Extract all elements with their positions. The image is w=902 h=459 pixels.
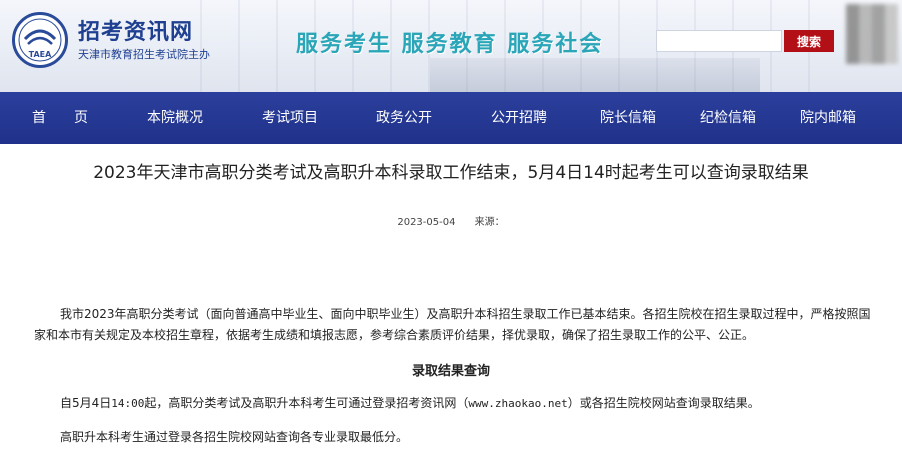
p2-time: 14:00	[111, 397, 145, 410]
nav-item-internal-mail[interactable]: 院内邮箱	[800, 92, 856, 144]
search-button[interactable]: 搜索	[784, 30, 834, 52]
article-paragraph-3: 高职升本科考生通过登录各招生院校网站查询各专业录取最低分。	[60, 430, 409, 444]
header-background-building	[430, 58, 760, 92]
nav-item-home[interactable]: 首 页	[32, 92, 88, 144]
section-heading: 录取结果查询	[411, 364, 490, 379]
article-meta: 2023-05-04 来源：	[0, 213, 902, 228]
site-header: TAEA 招考资讯网 天津市教育招生考试院主办 服务考生 服务教育 服务社会 搜…	[0, 0, 902, 92]
article-source: 来源：	[474, 217, 505, 228]
nav-item-recruitment[interactable]: 公开招聘	[491, 92, 547, 144]
logo-text: TAEA	[29, 50, 52, 59]
nav-item-exams[interactable]: 考试项目	[262, 92, 318, 144]
search-input[interactable]	[656, 30, 782, 52]
nav-item-president-mailbox[interactable]: 院长信箱	[600, 92, 656, 144]
p2-text-a: 自5月4日	[60, 396, 112, 410]
site-title[interactable]: 招考资讯网	[78, 14, 193, 46]
p2-text-b: 起，高职分类考试及高职升本科考生可通过登录招考资讯网（	[144, 396, 469, 410]
article-paragraph-2: 自5月4日14:00起，高职分类考试及高职升本科考生可通过登录招考资讯网（www…	[60, 393, 880, 414]
nav-item-about[interactable]: 本院概况	[147, 92, 203, 144]
article-title: 2023年天津市高职分类考试及高职升本科录取工作结束，5月4日14时起考生可以查…	[93, 163, 809, 183]
site-logo-icon[interactable]: TAEA	[12, 12, 68, 68]
site-subtitle: 天津市教育招生考试院主办	[78, 48, 210, 61]
p2-url-link[interactable]: www.zhaokao.net	[468, 397, 567, 410]
main-nav: 首 页 本院概况 考试项目 政务公开 公开招聘 院长信箱 纪检信箱 院内邮箱	[0, 92, 902, 144]
nav-item-discipline-mailbox[interactable]: 纪检信箱	[700, 92, 756, 144]
p2-text-c: ）或各招生院校网站查询录取结果。	[567, 396, 760, 410]
nav-item-public-affairs[interactable]: 政务公开	[376, 92, 432, 144]
article-paragraph-1: 我市2023年高职分类考试（面向普通高中毕业生、面向中职毕业生）及高职升本科招生…	[34, 307, 871, 342]
article-date: 2023-05-04	[397, 217, 456, 228]
blurred-qr-image	[846, 4, 898, 64]
site-slogan: 服务考生 服务教育 服务社会	[296, 32, 604, 57]
